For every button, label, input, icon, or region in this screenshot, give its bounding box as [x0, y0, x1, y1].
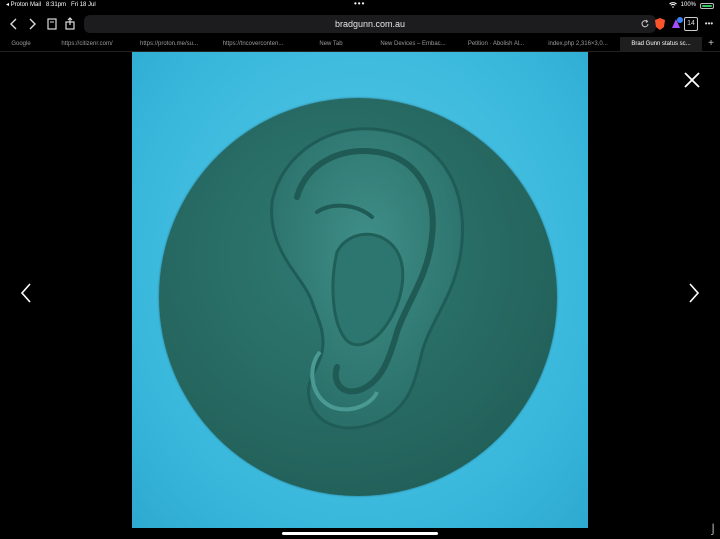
- back-icon[interactable]: [6, 16, 22, 32]
- extension-badge-icon[interactable]: [668, 16, 684, 32]
- more-menu-button[interactable]: •••: [701, 16, 717, 32]
- ear-sculpture: [270, 127, 465, 430]
- address-bar[interactable]: bradgunn.com.au: [84, 15, 656, 33]
- battery-icon: [700, 3, 714, 9]
- bookmarks-icon[interactable]: [44, 16, 60, 32]
- tab-item[interactable]: https://proton.me/su...: [130, 37, 208, 51]
- back-to-app-link[interactable]: ◂ Proton Mail: [6, 0, 41, 10]
- wifi-icon: [668, 2, 677, 8]
- next-image-icon[interactable]: [686, 282, 702, 304]
- new-tab-button[interactable]: +: [704, 37, 718, 51]
- url-text: bradgunn.com.au: [334, 19, 406, 29]
- forward-icon[interactable]: [24, 16, 40, 32]
- tab-item[interactable]: New Devices – Embac...: [370, 37, 456, 51]
- tab-strip: Google https://citizenr.com/ https://pro…: [0, 37, 720, 52]
- status-time: 8:31pm: [46, 2, 67, 8]
- brave-shield-icon[interactable]: [652, 16, 668, 32]
- browser-toolbar: bradgunn.com.au 14 •••: [0, 12, 720, 36]
- tab-item[interactable]: https://citizenr.com/: [44, 37, 130, 51]
- battery-percent: 100%: [680, 2, 696, 8]
- status-bar: ◂ Proton Mail 8:31pm Fri 18 Jul ••• 100%: [0, 0, 720, 10]
- home-indicator[interactable]: [282, 532, 438, 535]
- previous-image-icon[interactable]: [18, 282, 34, 304]
- artwork-photo[interactable]: [132, 52, 588, 528]
- multitasking-dots[interactable]: •••: [354, 0, 365, 8]
- close-icon[interactable]: [682, 70, 702, 90]
- tab-item[interactable]: Google: [0, 37, 42, 51]
- image-lightbox: [0, 52, 720, 532]
- tab-item-active[interactable]: Brad Gunn status sc...: [620, 37, 702, 51]
- reload-icon[interactable]: [640, 15, 650, 33]
- corner-curve-icon: ⌡: [709, 524, 716, 535]
- tab-item[interactable]: index.php 2,316×3,0...: [538, 37, 618, 51]
- tab-count-button[interactable]: 14: [684, 17, 698, 31]
- tab-item[interactable]: Petition · Abolish Al...: [456, 37, 536, 51]
- tab-item[interactable]: New Tab: [296, 37, 366, 51]
- share-icon[interactable]: [62, 16, 78, 32]
- status-date: Fri 18 Jul: [71, 2, 96, 8]
- tab-item[interactable]: https://tncoverconten...: [210, 37, 296, 51]
